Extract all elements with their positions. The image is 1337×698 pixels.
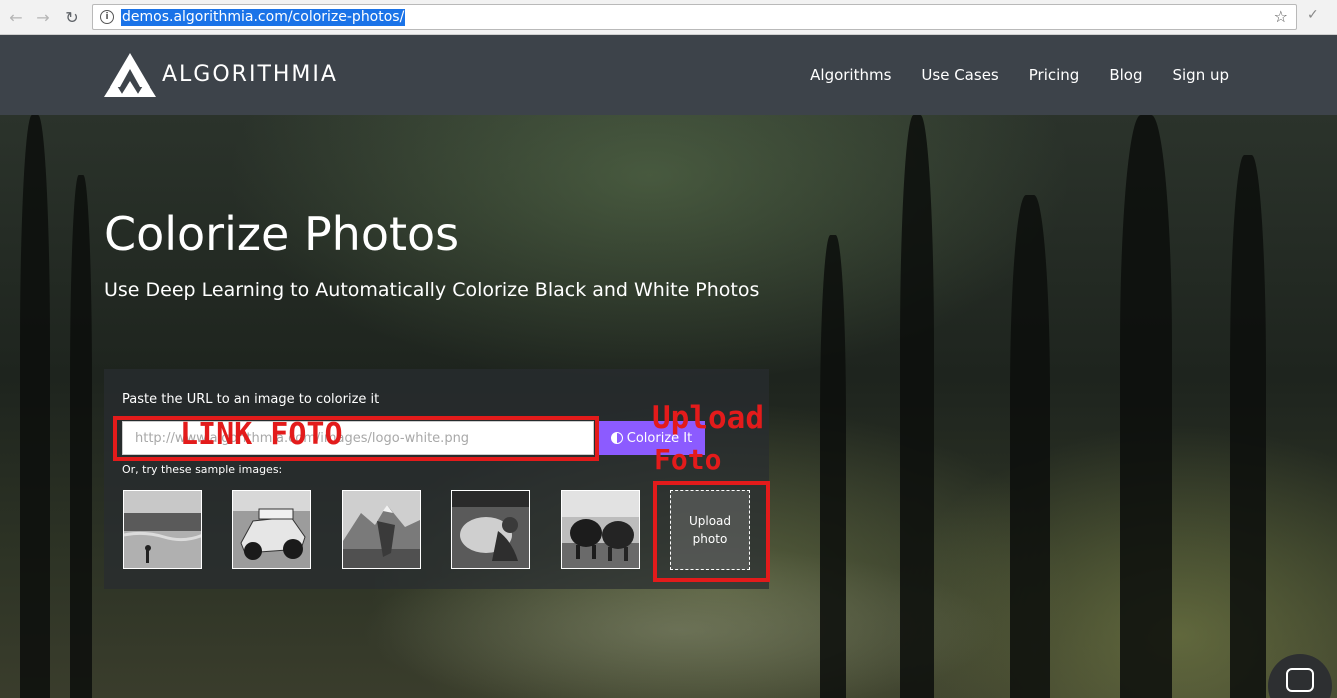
hero-section: Colorize Photos Use Deep Learning to Aut… (0, 115, 1337, 698)
site-header: ALGORITHMIA Algorithms Use Cases Pricing… (0, 35, 1337, 115)
sample-image-woman[interactable] (451, 490, 530, 569)
annotation-upload-label-line2: Foto (654, 443, 722, 476)
tree-trunk (1010, 195, 1050, 698)
annotation-upload-box (653, 481, 770, 582)
logo[interactable]: ALGORITHMIA (104, 51, 338, 97)
nav-blog[interactable]: Blog (1109, 66, 1142, 84)
address-bar-url[interactable]: demos.algorithmia.com/colorize-photos/ (121, 9, 406, 26)
tree-trunk (70, 175, 92, 698)
url-input-label: Paste the URL to an image to colorize it (122, 392, 380, 407)
page-title: Colorize Photos (104, 207, 460, 261)
sample-image-bird[interactable] (123, 490, 202, 569)
tree-trunk (1120, 115, 1172, 698)
samples-label: Or, try these sample images: (122, 463, 283, 476)
main-nav: Algorithms Use Cases Pricing Blog Sign u… (810, 35, 1229, 115)
chat-icon (1286, 668, 1314, 692)
tree-trunk (20, 115, 50, 698)
sample-image-cows[interactable] (561, 490, 640, 569)
tree-trunk (820, 235, 846, 698)
sample-image-race-car[interactable] (232, 490, 311, 569)
page-subtitle: Use Deep Learning to Automatically Color… (104, 279, 760, 301)
star-icon[interactable]: ☆ (1274, 7, 1288, 26)
check-icon[interactable]: ✓ (1307, 7, 1319, 23)
arrow-left-icon[interactable]: ← (6, 7, 26, 27)
contrast-icon (610, 432, 623, 444)
nav-pricing[interactable]: Pricing (1029, 66, 1080, 84)
annotation-link-label: LINK FOTO (180, 417, 343, 452)
sample-image-mountain[interactable] (342, 490, 421, 569)
nav-algorithms[interactable]: Algorithms (810, 66, 891, 84)
address-bar[interactable]: i demos.algorithmia.com/colorize-photos/… (92, 4, 1297, 30)
arrow-right-icon[interactable]: → (33, 7, 53, 27)
tree-trunk (900, 115, 934, 698)
nav-use-cases[interactable]: Use Cases (921, 66, 998, 84)
info-icon[interactable]: i (100, 10, 114, 24)
reload-icon[interactable]: ↻ (62, 7, 82, 27)
browser-toolbar: ← → ↻ i demos.algorithmia.com/colorize-p… (0, 0, 1337, 35)
annotation-upload-label-line1: Upload (652, 400, 764, 436)
algorithmia-logo-icon (104, 53, 156, 97)
tree-trunk (1230, 155, 1266, 698)
logo-text: ALGORITHMIA (162, 61, 338, 87)
nav-sign-up[interactable]: Sign up (1172, 66, 1229, 84)
